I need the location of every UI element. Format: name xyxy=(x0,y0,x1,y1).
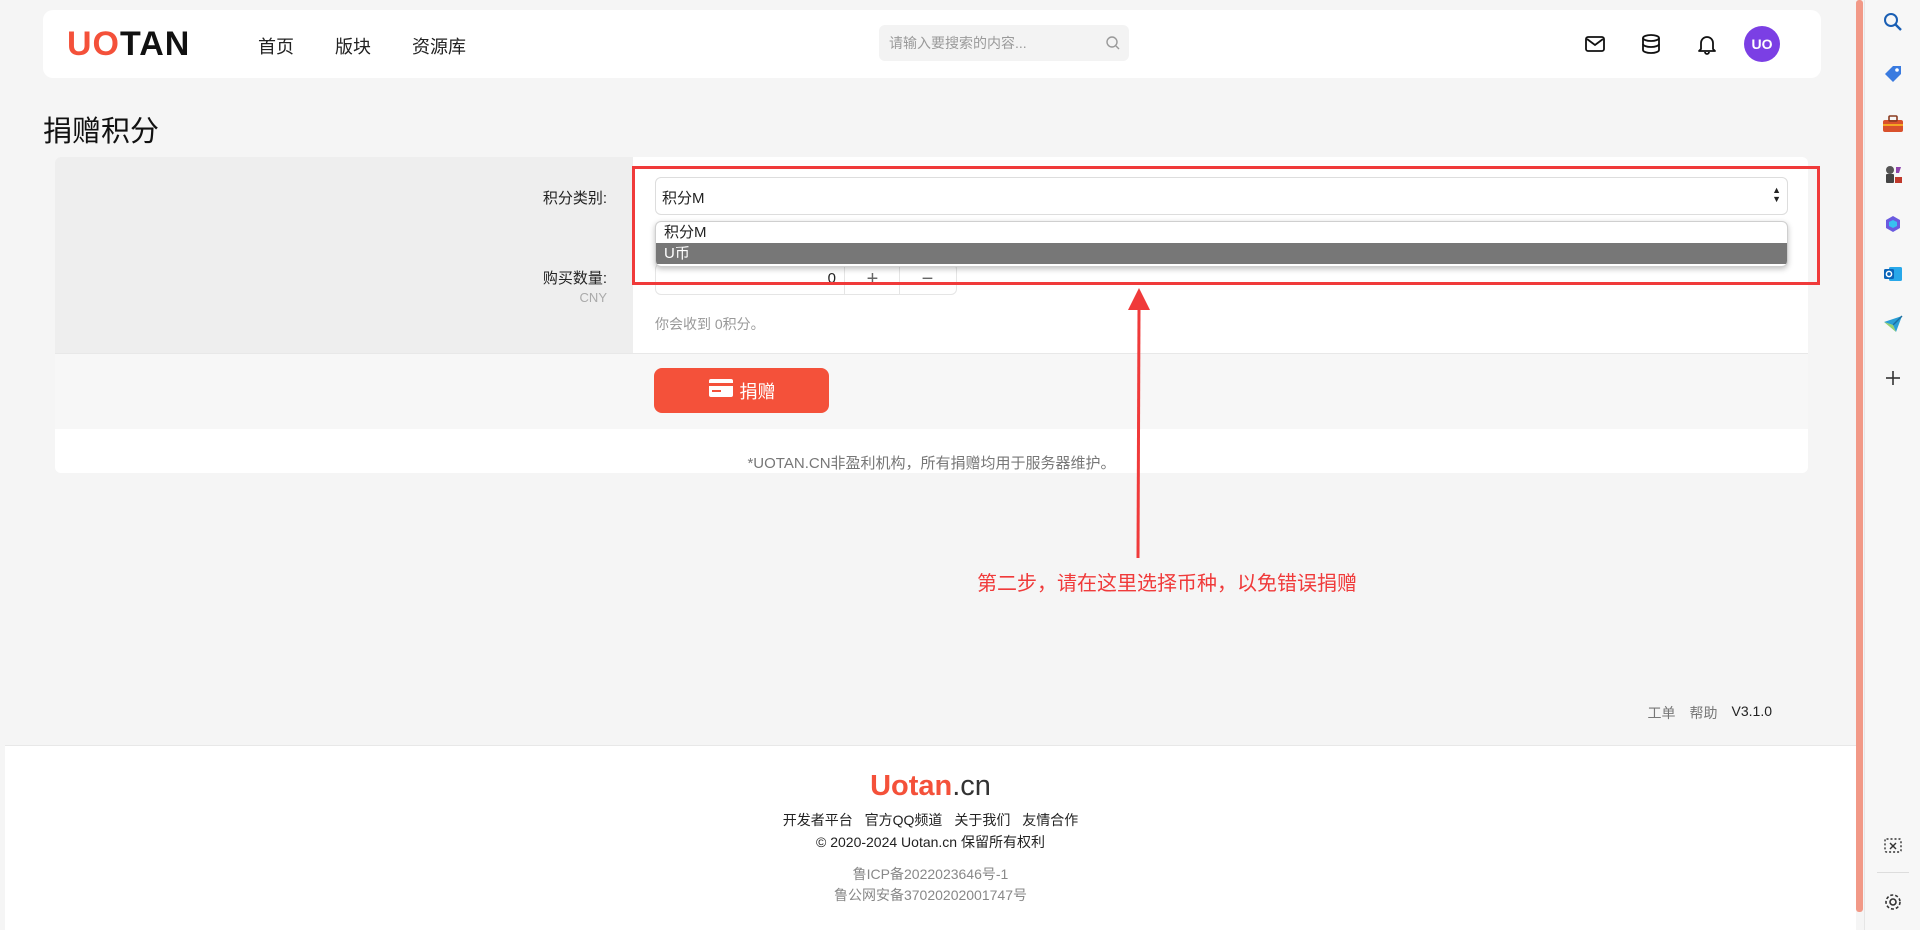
footer-link-qq[interactable]: 官方QQ频道 xyxy=(865,812,943,828)
send-icon[interactable] xyxy=(1881,312,1905,336)
footer: Uotan.cn 开发者平台 官方QQ频道 关于我们 友情合作 © 2020-2… xyxy=(5,746,1856,930)
footer-logo-main: Uotan xyxy=(870,770,953,802)
police-link[interactable]: 鲁公网安备37020202001747号 xyxy=(5,885,1856,906)
footer-link-partners[interactable]: 友情合作 xyxy=(1022,812,1078,828)
toolbox-icon[interactable] xyxy=(1881,112,1905,136)
browser-sidebar xyxy=(1864,0,1920,930)
copilot-icon[interactable] xyxy=(1881,212,1905,236)
tag-icon[interactable] xyxy=(1881,62,1905,86)
footer-link-about[interactable]: 关于我们 xyxy=(954,812,1010,828)
help-link[interactable]: 帮助 xyxy=(1690,703,1718,723)
annotation-text: 第二步，请在这里选择币种，以免错误捐赠 xyxy=(977,573,1357,595)
icp-info: 鲁ICP备2022023646号-1 鲁公网安备37020202001747号 xyxy=(5,864,1856,906)
footer-links: 开发者平台 官方QQ频道 关于我们 友情合作 xyxy=(5,810,1856,830)
copyright: © 2020-2024 Uotan.cn 保留所有权利 xyxy=(816,834,1045,850)
version: V3.1.0 xyxy=(1731,703,1772,719)
add-icon[interactable] xyxy=(1881,366,1905,390)
screenshot-icon[interactable] xyxy=(1881,834,1905,858)
settings-icon[interactable] xyxy=(1881,890,1905,914)
footer-logo-suffix: .cn xyxy=(952,770,991,802)
chess-icon[interactable] xyxy=(1881,162,1905,186)
page: UOTAN 首页 版块 资源库 UO 捐赠积分 积分类别: 购买数量: CNY xyxy=(0,0,1862,930)
ticket-link[interactable]: 工单 xyxy=(1648,703,1676,723)
footer-right-links: 工单 帮助 V3.1.0 xyxy=(1648,703,1772,723)
outlook-icon[interactable] xyxy=(1881,262,1905,286)
footer-logo: Uotan.cn xyxy=(5,770,1856,803)
page-scrollbar[interactable] xyxy=(1856,0,1863,912)
sidebar-divider xyxy=(1877,872,1909,873)
icp-link[interactable]: 鲁ICP备2022023646号-1 xyxy=(5,864,1856,885)
footer-link-dev[interactable]: 开发者平台 xyxy=(783,812,853,828)
search-icon[interactable] xyxy=(1881,10,1905,34)
